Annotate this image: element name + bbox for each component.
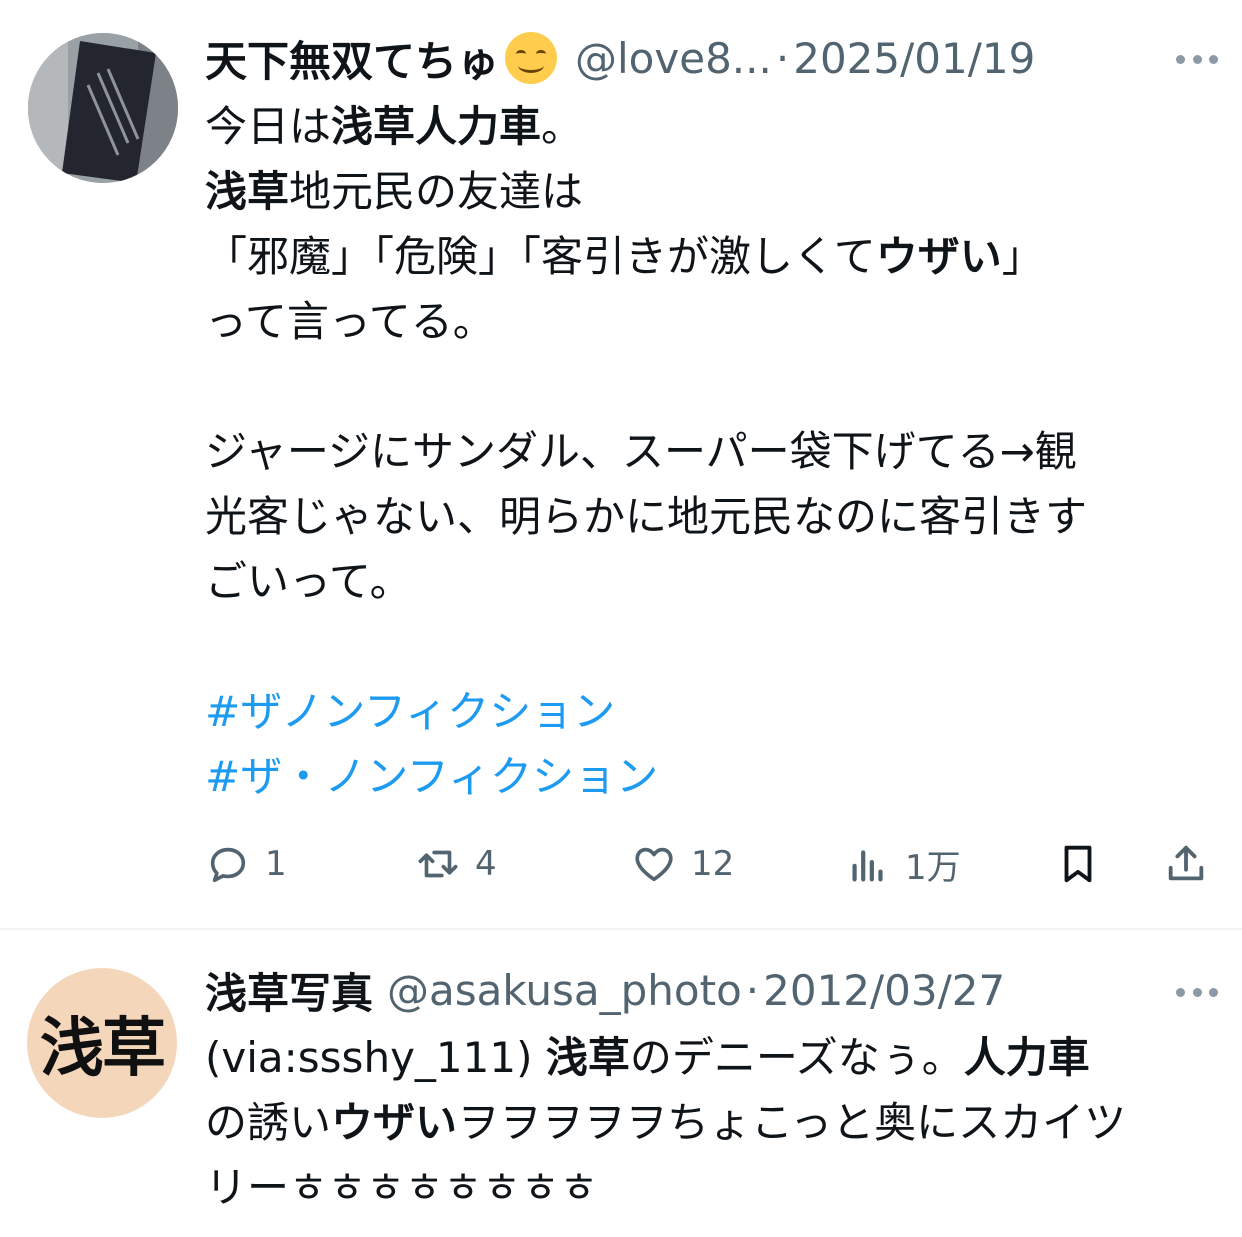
separator-dot: · bbox=[745, 965, 760, 1015]
retweet-count: 4 bbox=[475, 844, 497, 884]
tweet-line: リーㅎㅎㅎㅎㅎㅎㅎㅎ bbox=[205, 1163, 599, 1212]
retweet-button[interactable]: 4 bbox=[415, 832, 497, 896]
share-icon bbox=[1168, 845, 1204, 881]
tweet-text: 今日は浅草人力車。 浅草地元民の友達は 「邪魔」「危険」「客引きが激しくてウザい… bbox=[205, 94, 1215, 809]
smiling-face-emoji-icon bbox=[505, 32, 558, 84]
reply-count: 1 bbox=[265, 844, 287, 884]
avatar-text: 浅草 bbox=[40, 1012, 166, 1086]
tweet-line: 浅草地元民の友達は bbox=[205, 167, 584, 216]
retweet-icon bbox=[418, 850, 458, 878]
author-name[interactable]: 浅草写真 bbox=[205, 960, 373, 1021]
share-button[interactable] bbox=[1163, 832, 1209, 896]
avatar[interactable]: 浅草 bbox=[27, 968, 177, 1118]
tweet-line: ごいって。 bbox=[205, 557, 412, 606]
tweet-line: の誘いウザいヲヲヲヲヲちょこっと奥にスカイツ bbox=[205, 1098, 1127, 1147]
hashtag-link[interactable]: #ザ・ノンフィクション bbox=[205, 744, 1215, 809]
like-count: 12 bbox=[691, 844, 735, 884]
author-handle[interactable]: @love8... bbox=[575, 34, 772, 83]
avatar-photo bbox=[28, 33, 178, 183]
reply-icon bbox=[210, 847, 246, 883]
heart-icon bbox=[635, 847, 673, 882]
tweet-line: 今日は浅草人力車。 bbox=[205, 102, 584, 151]
views-count: 1万 bbox=[905, 847, 961, 888]
like-button[interactable]: 12 bbox=[631, 832, 734, 896]
author-name[interactable]: 天下無双てちゅ bbox=[205, 28, 499, 89]
bookmark-icon bbox=[1064, 845, 1092, 883]
tweet-date[interactable]: 2012/03/27 bbox=[763, 966, 1005, 1015]
views-button[interactable]: 1万 bbox=[845, 832, 961, 896]
tweet-date[interactable]: 2025/01/19 bbox=[793, 34, 1035, 83]
tweet-header: 浅草写真 @asakusa_photo · 2012/03/27 bbox=[205, 962, 1005, 1018]
tweet-line: って言ってる。 bbox=[205, 297, 495, 346]
avatar[interactable] bbox=[28, 33, 178, 183]
tweet-header: 天下無双てちゅ @love8... · 2025/01/19 bbox=[205, 30, 1035, 86]
hashtag-link[interactable]: #ザノンフィクション bbox=[205, 679, 1215, 744]
bookmark-button[interactable] bbox=[1055, 832, 1101, 896]
more-options-icon[interactable] bbox=[1176, 52, 1218, 66]
action-bar: 1 4 12 1万 bbox=[205, 832, 1215, 896]
tweet-text: (via:ssshy_111) 浅草のデニーズなぅ。人力車 の誘いウザいヲヲヲヲ… bbox=[205, 1025, 1215, 1220]
author-handle[interactable]: @asakusa_photo bbox=[387, 966, 742, 1015]
tweet-line: 「邪魔」「危険」「客引きが激しくてウザい」 bbox=[205, 232, 1044, 281]
analytics-icon bbox=[852, 850, 883, 882]
tweet-line: ジャージにサンダル、スーパー袋下げてる→観 bbox=[205, 427, 1077, 476]
tweet-line: 光客じゃない、明らかに地元民なのに客引きす bbox=[205, 492, 1088, 541]
tweet-line: (via:ssshy_111) 浅草のデニーズなぅ。人力車 bbox=[205, 1033, 1090, 1082]
reply-button[interactable]: 1 bbox=[205, 832, 287, 896]
more-options-icon[interactable] bbox=[1176, 985, 1218, 999]
separator-dot: · bbox=[775, 33, 790, 83]
